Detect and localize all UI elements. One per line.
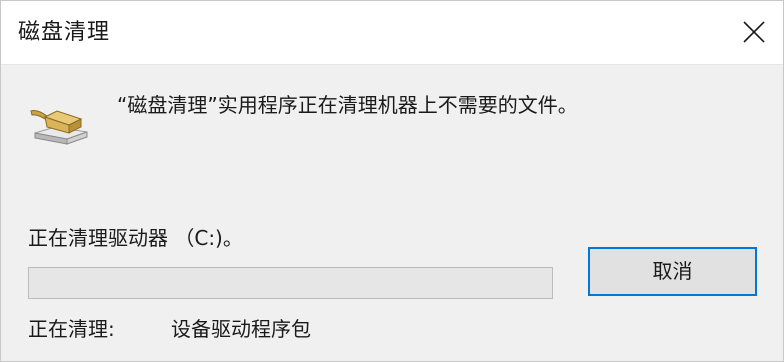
cleanup-message: “磁盘清理”实用程序正在清理机器上不需要的文件。 <box>117 93 578 117</box>
close-icon <box>743 21 765 43</box>
title-bar: 磁盘清理 <box>1 1 783 65</box>
disk-cleanup-broom-icon <box>29 105 91 147</box>
close-button[interactable] <box>725 1 783 64</box>
status-value: 设备驱动程序包 <box>171 317 311 341</box>
cancel-button[interactable]: 取消 <box>588 247 757 296</box>
disk-cleanup-dialog: 磁盘清理 “磁盘清理”实用程序正在清理机器上不需要的文件。 正在清理驱动器 （C… <box>0 0 784 362</box>
progress-bar <box>28 267 553 299</box>
drive-label: 正在清理驱动器 （C:)。 <box>28 226 243 250</box>
window-title: 磁盘清理 <box>18 20 111 45</box>
status-label: 正在清理: <box>28 317 115 341</box>
